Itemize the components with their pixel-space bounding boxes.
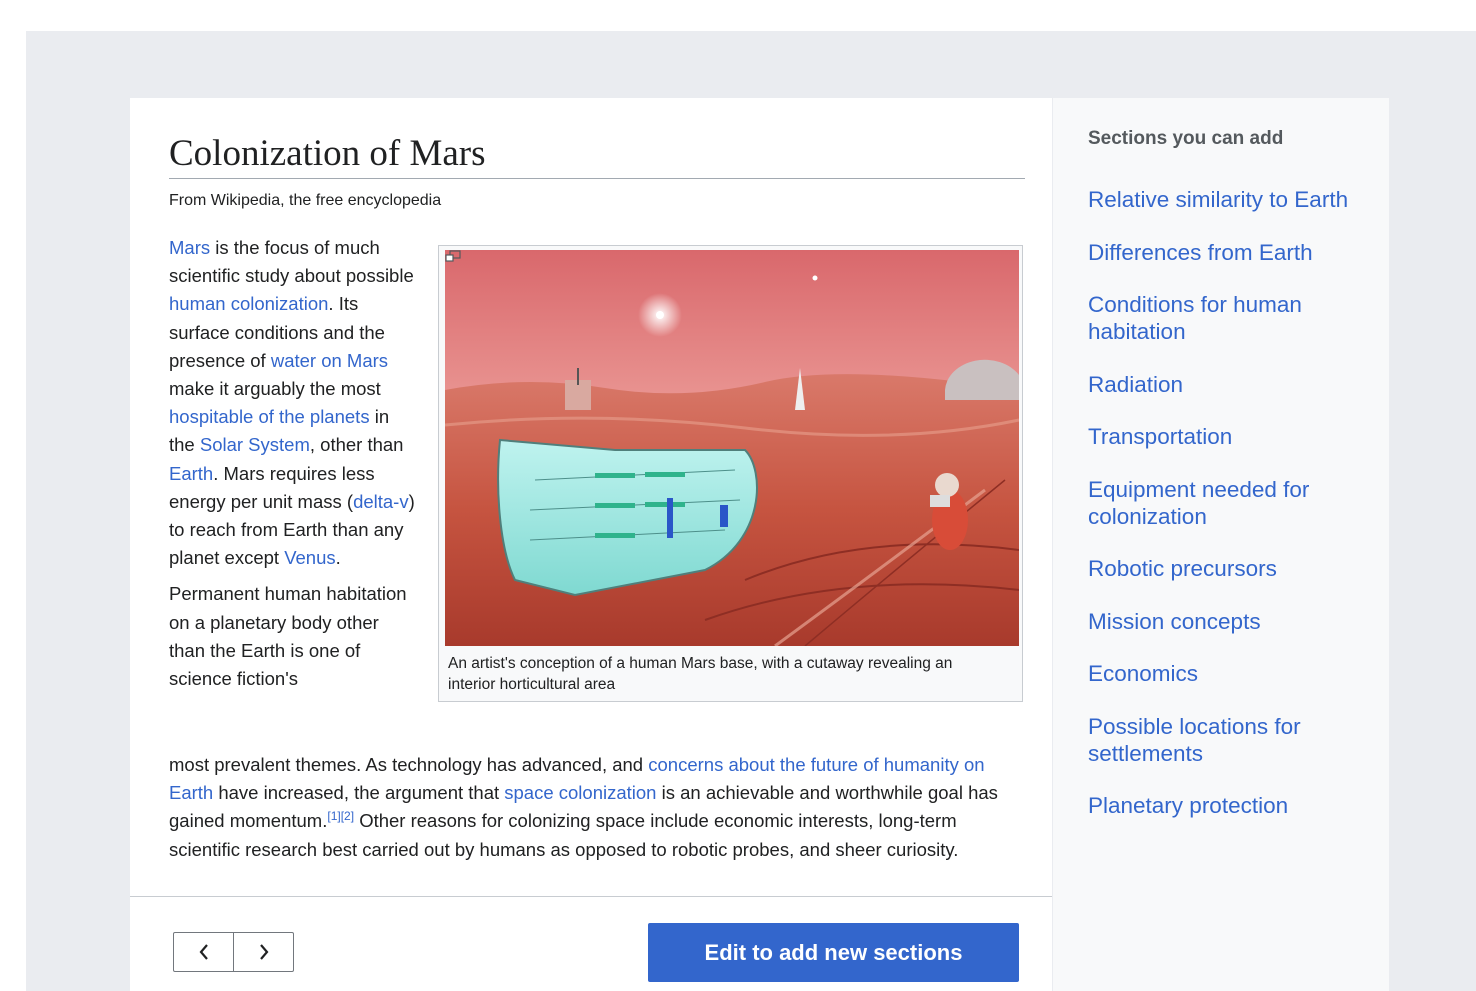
paragraph-1: Mars is the focus of much scientific stu… <box>169 234 417 572</box>
section-item-radiation[interactable]: Radiation <box>1088 371 1368 398</box>
section-item-robotic-precursors[interactable]: Robotic precursors <box>1088 555 1368 582</box>
enlarge-icon[interactable] <box>445 250 461 262</box>
section-item-planetary-protection[interactable]: Planetary protection <box>1088 792 1368 819</box>
chevron-right-icon <box>259 944 268 960</box>
text-run: make it arguably the most <box>169 378 381 400</box>
section-item-relative-similarity[interactable]: Relative similarity to Earth <box>1088 186 1368 213</box>
mars-base-image[interactable] <box>445 250 1019 646</box>
link-earth[interactable]: Earth <box>169 463 213 484</box>
link-human-colonization[interactable]: human colonization <box>169 293 328 314</box>
text-run: most prevalent themes. As technology has… <box>169 754 649 775</box>
text-run: , other than <box>309 434 404 456</box>
article-preview-panel: Colonization of Mars From Wikipedia, the… <box>130 98 1052 991</box>
link-solar-system[interactable]: Solar System <box>200 434 310 455</box>
sidebar-heading: Sections you can add <box>1088 128 1284 149</box>
link-mars[interactable]: Mars <box>169 237 210 258</box>
previous-button[interactable] <box>174 933 233 971</box>
edit-to-add-sections-button[interactable]: Edit to add new sections <box>648 923 1019 982</box>
paragraph-2-continued: most prevalent themes. As technology has… <box>169 751 1025 864</box>
section-item-equipment[interactable]: Equipment needed for colonization <box>1088 476 1368 530</box>
citation-2[interactable]: [2] <box>341 809 354 823</box>
image-caption: An artist's conception of a human Mars b… <box>448 655 953 693</box>
section-suggestion-list: Relative similarity to Earth Differences… <box>1088 186 1368 845</box>
link-space-colonization[interactable]: space colonization <box>504 782 656 803</box>
link-water-on-mars[interactable]: water on Mars <box>271 350 388 371</box>
paragraph-2-tail: most prevalent themes. As technology has… <box>169 751 1025 864</box>
link-hospitable-planets[interactable]: hospitable of the planets <box>169 406 370 427</box>
link-delta-v[interactable]: delta-v <box>353 491 409 512</box>
section-item-economics[interactable]: Economics <box>1088 660 1368 687</box>
page-title: Colonization of Mars <box>169 132 1025 179</box>
citation-1[interactable]: [1] <box>327 809 340 823</box>
section-item-possible-locations[interactable]: Possible locations for settlements <box>1088 713 1368 767</box>
link-venus[interactable]: Venus <box>284 547 335 568</box>
page-tagline: From Wikipedia, the free encyclopedia <box>169 192 442 209</box>
pagination-controls <box>173 932 294 972</box>
section-item-differences[interactable]: Differences from Earth <box>1088 239 1368 266</box>
chevron-left-icon <box>199 944 208 960</box>
section-item-mission-concepts[interactable]: Mission concepts <box>1088 608 1368 635</box>
next-button[interactable] <box>233 933 293 971</box>
footer-divider <box>130 896 1052 897</box>
lead-text-column: Mars is the focus of much scientific stu… <box>169 234 417 701</box>
section-item-transportation[interactable]: Transportation <box>1088 423 1368 450</box>
paragraph-2-start: Permanent human habitation on a planetar… <box>169 583 407 690</box>
sections-sidebar: Sections you can add Relative similarity… <box>1053 98 1389 991</box>
text-run: have increased, the argument that <box>213 782 505 804</box>
text-run: . <box>335 547 341 569</box>
section-item-conditions[interactable]: Conditions for human habitation <box>1088 291 1368 345</box>
image-thumbnail: An artist's conception of a human Mars b… <box>438 245 1023 702</box>
